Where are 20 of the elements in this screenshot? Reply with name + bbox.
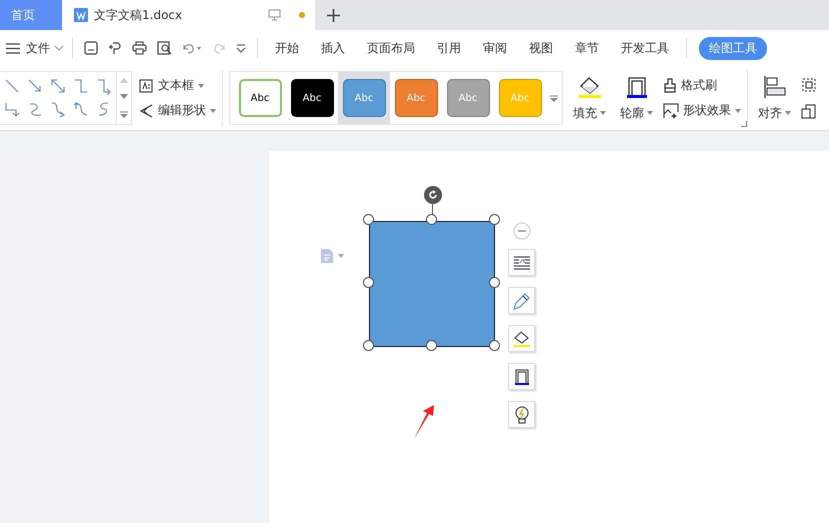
ribbon-tab[interactable]: 审阅 (474, 40, 516, 56)
align-button[interactable]: 对齐 (758, 104, 791, 122)
document-tab[interactable]: 文字文稿1.docx (62, 0, 315, 30)
shape-style-preset[interactable]: Abc (238, 79, 282, 117)
ribbon-tab[interactable]: 开始 (266, 40, 308, 56)
shape-effects-button[interactable]: 形状效果 (683, 102, 731, 119)
ribbon-tab[interactable]: 视图 (520, 40, 562, 56)
ribbon-tab[interactable]: 章节 (566, 40, 608, 56)
ribbon-tab[interactable]: 开发工具 (612, 40, 678, 56)
ribbon-tab[interactable]: 引用 (428, 40, 470, 56)
document-title: 文字文稿1.docx (94, 6, 184, 24)
ribbon-tab[interactable]: 页面布局 (358, 40, 424, 56)
outline-button[interactable]: 轮廓 (620, 104, 653, 122)
edit-shape-button[interactable]: 编辑形状 (158, 102, 206, 119)
format-painter-button[interactable]: 格式刷 (681, 77, 717, 94)
fill-button[interactable]: 填充 (573, 104, 606, 122)
file-menu[interactable]: 文件 (26, 40, 50, 56)
shape-style-preset[interactable]: Abc (290, 79, 334, 117)
text-box-button[interactable]: 文本框 (158, 77, 194, 94)
ribbon-tab[interactable]: 插入 (312, 40, 354, 56)
